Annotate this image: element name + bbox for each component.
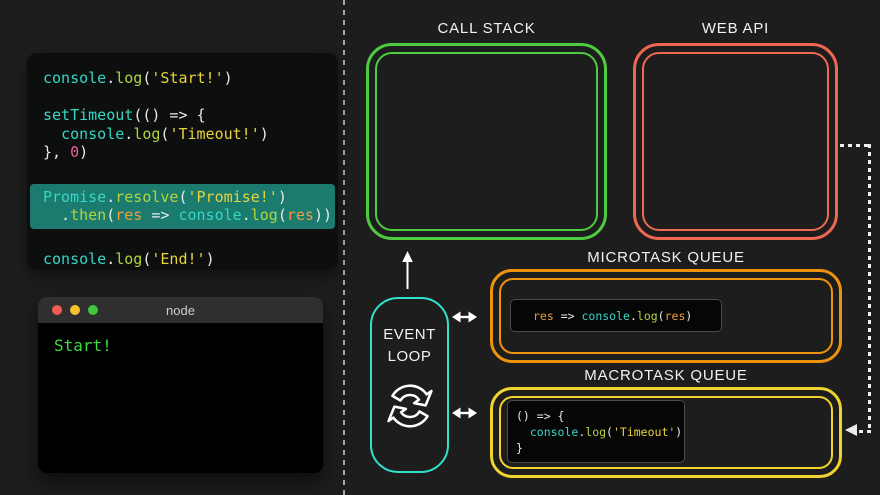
code-line: .then(res => console.log(res))	[43, 206, 332, 225]
code-line: }	[516, 441, 523, 455]
terminal-output: Start!	[38, 323, 323, 368]
call-stack-box	[366, 43, 607, 240]
macrotask-code-chip: () => { console.log('Timeout')}	[507, 400, 685, 463]
arrow-left-right-icon	[452, 407, 477, 419]
webapi-connector-vertical	[868, 144, 871, 432]
webapi-connector-top	[840, 144, 870, 147]
code-line: console.log('End!')	[43, 250, 215, 269]
code-line: console.log('Timeout!')	[61, 124, 269, 143]
highlighted-code-block: Promise.resolve('Promise!') .then(res =>…	[30, 183, 335, 229]
refresh-cycle-icon	[386, 384, 433, 428]
code-line: }, 0)	[43, 143, 89, 162]
terminal-output-line: Start!	[54, 336, 112, 355]
call-stack-inner-box	[375, 52, 598, 231]
event-loop-label-line1: EVENT	[383, 326, 436, 343]
code-editor: console.log('Start!') setTimeout(() => {…	[27, 53, 338, 270]
arrow-left-right-icon	[452, 311, 477, 323]
macrotask-queue-label: MACROTASK QUEUE	[584, 367, 748, 384]
arrow-up-icon	[402, 251, 413, 289]
code-line: console.log('Start!')	[43, 69, 233, 87]
web-api-inner-box	[642, 52, 829, 231]
microtask-queue-label: MICROTASK QUEUE	[587, 249, 745, 266]
event-loop-label-line2: LOOP	[387, 348, 432, 365]
webapi-connector-bottom	[859, 430, 871, 433]
event-loop-box: EVENT LOOP	[370, 297, 449, 473]
window-zoom-icon[interactable]	[88, 305, 98, 315]
microtask-code-chip: res => console.log(res)	[510, 299, 722, 332]
dashed-divider	[343, 0, 345, 495]
call-stack-label: CALL STACK	[437, 20, 536, 37]
code-line: res => console.log(res)	[533, 308, 693, 323]
code-line: setTimeout(() => {	[43, 106, 206, 125]
window-controls	[52, 305, 98, 315]
web-api-box	[633, 43, 838, 240]
event-loop-diagram: console.log('Start!') setTimeout(() => {…	[0, 0, 880, 495]
code-line: Promise.resolve('Promise!')	[43, 187, 287, 206]
terminal-window: node Start!	[38, 297, 323, 473]
window-close-icon[interactable]	[52, 305, 62, 315]
dashed-arrow-left-icon	[845, 424, 857, 436]
code-line: () => {	[516, 409, 565, 423]
code-line: console.log('Timeout')	[529, 425, 683, 439]
web-api-label: WEB API	[701, 20, 770, 37]
window-minimize-icon[interactable]	[70, 305, 80, 315]
terminal-titlebar: node	[38, 297, 323, 323]
